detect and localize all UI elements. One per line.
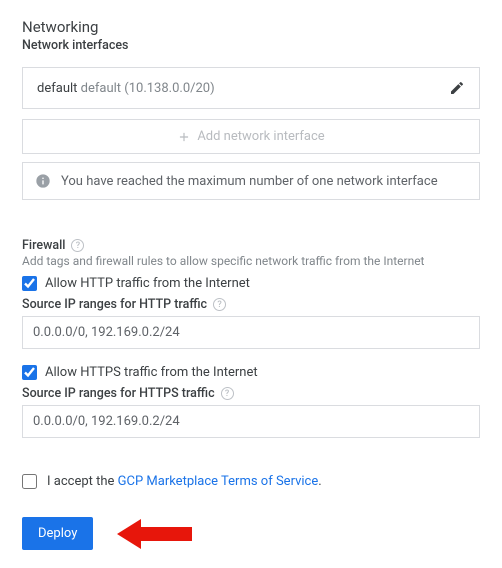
tos-link[interactable]: GCP Marketplace Terms of Service — [118, 474, 319, 489]
http-ranges-label-row: Source IP ranges for HTTP traffic ? — [22, 297, 480, 312]
firewall-title: Firewall — [22, 238, 65, 253]
help-icon[interactable]: ? — [71, 239, 84, 252]
edit-icon[interactable] — [449, 80, 465, 96]
allow-http-label: Allow HTTP traffic from the Internet — [45, 276, 250, 291]
help-icon[interactable]: ? — [221, 387, 234, 400]
tos-suffix: . — [318, 474, 321, 489]
tos-row[interactable]: I accept the GCP Marketplace Terms of Se… — [22, 474, 480, 489]
https-ranges-input[interactable] — [22, 405, 480, 438]
interface-limit-message: You have reached the maximum number of o… — [22, 162, 480, 200]
help-icon[interactable]: ? — [213, 298, 226, 311]
networking-title: Networking — [22, 18, 480, 36]
network-interface-name: default — [37, 81, 77, 96]
network-interfaces-subtitle: Network interfaces — [22, 38, 480, 53]
http-ranges-label: Source IP ranges for HTTP traffic — [22, 297, 207, 312]
allow-https-checkbox[interactable] — [22, 365, 37, 380]
deploy-button[interactable]: Deploy — [22, 517, 93, 550]
tos-checkbox[interactable] — [22, 474, 37, 489]
tos-prefix: I accept the — [47, 474, 118, 489]
firewall-description: Add tags and firewall rules to allow spe… — [22, 254, 480, 268]
allow-https-row[interactable]: Allow HTTPS traffic from the Internet — [22, 365, 480, 380]
allow-https-label: Allow HTTPS traffic from the Internet — [45, 365, 258, 380]
interface-limit-text: You have reached the maximum number of o… — [61, 174, 438, 189]
https-ranges-label: Source IP ranges for HTTPS traffic — [22, 386, 215, 401]
network-interface-row[interactable]: default default (10.138.0.0/20) — [22, 67, 480, 109]
annotation-arrow — [117, 519, 192, 549]
tos-text: I accept the GCP Marketplace Terms of Se… — [47, 474, 322, 489]
add-network-interface-label: Add network interface — [197, 129, 324, 144]
plus-icon — [177, 130, 191, 144]
allow-http-checkbox[interactable] — [22, 276, 37, 291]
network-interface-detail: default (10.138.0.0/20) — [81, 81, 215, 96]
info-icon — [35, 173, 51, 189]
network-interface-text: default default (10.138.0.0/20) — [37, 81, 215, 96]
https-ranges-label-row: Source IP ranges for HTTPS traffic ? — [22, 386, 480, 401]
allow-http-row[interactable]: Allow HTTP traffic from the Internet — [22, 276, 480, 291]
add-network-interface-button: Add network interface — [22, 119, 480, 154]
http-ranges-input[interactable] — [22, 316, 480, 349]
firewall-heading: Firewall ? — [22, 238, 480, 253]
